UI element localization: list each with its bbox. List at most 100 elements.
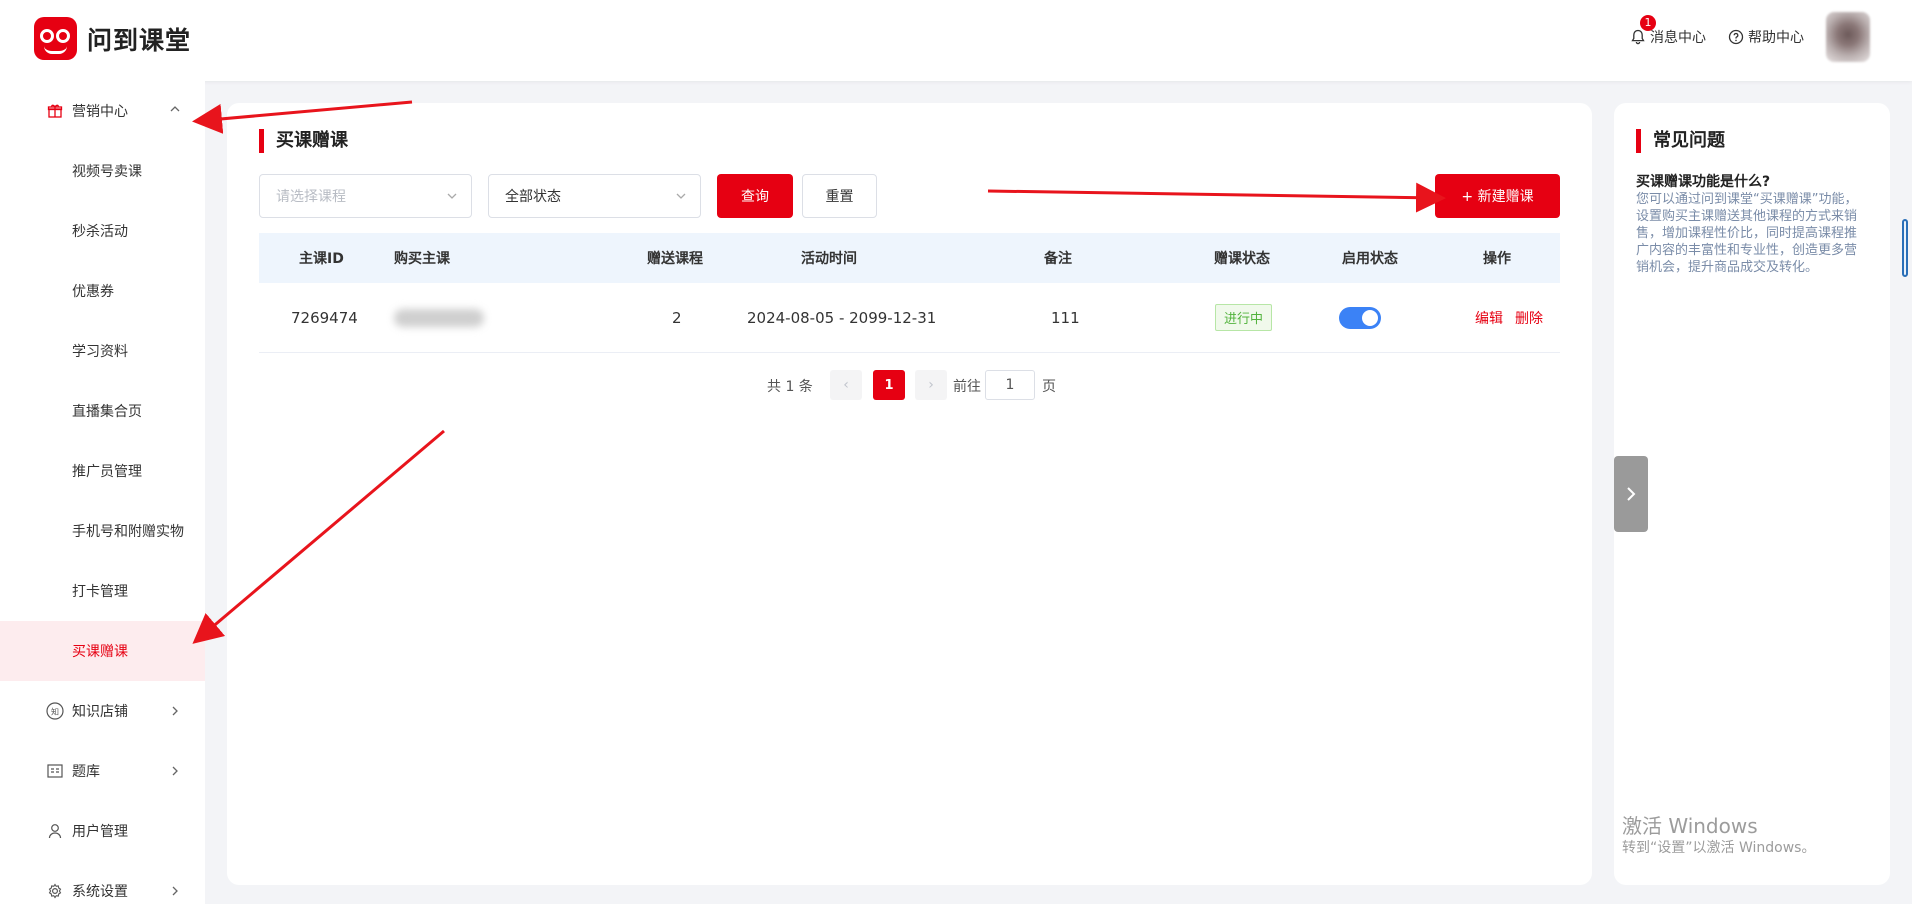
app-name: 问到课堂	[87, 25, 192, 55]
column-header: 赠课状态	[1214, 251, 1270, 267]
sidebar-item-phone-and-gifts[interactable]: 手机号和附赠实物	[0, 501, 205, 561]
prev-page-button[interactable]: ‹	[830, 370, 862, 400]
chevron-up-icon	[170, 106, 180, 112]
status-badge: 进行中	[1215, 304, 1273, 331]
help-center-button[interactable]: 帮助中心	[1728, 27, 1804, 47]
settings-icon	[46, 882, 64, 900]
cell-main-course	[394, 283, 484, 352]
sidebar-item-coupons[interactable]: 优惠券	[0, 261, 205, 321]
sidebar-item-label: 秒杀活动	[72, 224, 128, 240]
new-gift-course-button[interactable]: + 新建赠课	[1435, 174, 1560, 218]
sidebar-item-label: 推广员管理	[72, 464, 142, 480]
enable-toggle[interactable]	[1339, 306, 1381, 329]
cell-note: 111	[1051, 308, 1080, 327]
status-select[interactable]: 全部状态	[488, 174, 701, 218]
column-header: 操作	[1483, 251, 1511, 267]
chevron-right-icon	[172, 766, 178, 776]
goto-label: 前往	[953, 379, 981, 395]
sidebar: 营销中心 视频号卖课 秒杀活动 优惠券 学习资料 直播集合页 推广员管理 手机号…	[0, 81, 205, 904]
sidebar-item-checkin-management[interactable]: 打卡管理	[0, 561, 205, 621]
faq-title: 常见问题	[1636, 129, 1725, 153]
column-header: 活动时间	[801, 251, 857, 267]
cell-gift-count: 2	[672, 308, 682, 327]
sidebar-item-knowledge-shop[interactable]: 知 知识店铺	[0, 681, 205, 741]
sidebar-item-user-management[interactable]: 用户管理	[0, 801, 205, 861]
query-button[interactable]: 查询	[717, 174, 793, 218]
sidebar-item-video-course-sales[interactable]: 视频号卖课	[0, 141, 205, 201]
gift-icon	[46, 102, 64, 120]
chevron-down-icon	[447, 193, 457, 199]
help-label: 帮助中心	[1748, 30, 1804, 46]
sidebar-item-label: 营销中心	[72, 104, 128, 120]
edit-link[interactable]: 编辑	[1475, 308, 1503, 328]
column-header: 备注	[1044, 251, 1072, 267]
chevron-right-icon	[172, 706, 178, 716]
chevron-right-icon: ›	[928, 377, 934, 393]
table-header: 主课ID 购买主课 赠送课程 活动时间 备注 赠课状态 启用状态 操作	[259, 233, 1560, 283]
windows-activation-title: 激活 Windows	[1622, 814, 1758, 838]
panel-toggle-button[interactable]	[1614, 456, 1648, 532]
notification-label: 消息中心	[1650, 30, 1706, 46]
column-header: 购买主课	[394, 251, 450, 267]
sidebar-item-promoter-management[interactable]: 推广员管理	[0, 441, 205, 501]
cell-activity-period: 2024-08-05 - 2099-12-31	[747, 308, 937, 327]
sidebar-item-label: 买课赠课	[72, 644, 128, 660]
cell-actions: 编辑 删除	[1475, 283, 1543, 352]
sidebar-item-label: 知识店铺	[72, 704, 128, 720]
sidebar-item-label: 直播集合页	[72, 404, 142, 420]
cell-gift-status: 进行中	[1215, 283, 1273, 352]
chevron-right-icon	[172, 886, 178, 896]
blurred-course-name	[394, 308, 484, 327]
user-avatar[interactable]	[1826, 12, 1870, 62]
top-bar: 问到课堂 1 消息中心 帮助中心	[0, 0, 1912, 81]
sidebar-item-label: 手机号和附赠实物	[72, 524, 184, 540]
faq-question: 买课赠课功能是什么?	[1636, 174, 1771, 190]
faq-panel: 常见问题 买课赠课功能是什么? 您可以通过问到课堂“买课赠课”功能，设置购买主课…	[1614, 103, 1890, 885]
app-logo[interactable]: 问到课堂	[34, 17, 191, 60]
column-header: 主课ID	[299, 251, 344, 267]
chevron-left-icon: ‹	[843, 377, 849, 393]
cell-course-id: 7269474	[291, 308, 358, 327]
question-bank-icon	[46, 762, 64, 780]
page-number[interactable]: 1	[873, 370, 905, 400]
sidebar-item-question-bank[interactable]: 题库	[0, 741, 205, 801]
sidebar-item-buy-course-gift[interactable]: 买课赠课	[0, 621, 205, 681]
logo-icon	[34, 17, 77, 60]
scrollbar-thumb[interactable]	[1902, 219, 1908, 277]
sidebar-item-label: 系统设置	[72, 884, 128, 900]
main-panel: 买课赠课 请选择课程 全部状态 查询 重置 + 新建赠课 主课ID 购买主课 赠…	[227, 103, 1592, 885]
total-count: 共 1 条	[767, 379, 813, 395]
course-select[interactable]: 请选择课程	[259, 174, 472, 218]
column-header: 启用状态	[1342, 251, 1398, 267]
sidebar-item-live-collection[interactable]: 直播集合页	[0, 381, 205, 441]
course-select-placeholder: 请选择课程	[276, 189, 346, 205]
delete-link[interactable]: 删除	[1515, 308, 1543, 328]
notification-badge: 1	[1640, 15, 1656, 31]
sidebar-item-study-materials[interactable]: 学习资料	[0, 321, 205, 381]
shop-icon: 知	[46, 702, 64, 720]
notification-center-button[interactable]: 1 消息中心	[1630, 15, 1706, 47]
sidebar-item-label: 学习资料	[72, 344, 128, 360]
sidebar-item-label: 题库	[72, 764, 100, 780]
sidebar-item-label: 优惠券	[72, 284, 114, 300]
sidebar-item-label: 用户管理	[72, 824, 128, 840]
goto-page-input[interactable]: 1	[985, 370, 1035, 400]
sidebar-item-marketing-center[interactable]: 营销中心	[0, 81, 205, 141]
user-icon	[46, 822, 64, 840]
chevron-right-icon	[1627, 487, 1636, 501]
next-page-button[interactable]: ›	[915, 370, 947, 400]
sidebar-item-flash-sale[interactable]: 秒杀活动	[0, 201, 205, 261]
svg-text:知: 知	[51, 707, 59, 717]
sidebar-item-system-settings[interactable]: 系统设置	[0, 861, 205, 904]
page-suffix: 页	[1042, 379, 1056, 395]
reset-button[interactable]: 重置	[802, 174, 877, 218]
sidebar-item-label: 视频号卖课	[72, 164, 142, 180]
help-icon	[1728, 29, 1744, 45]
chevron-down-icon	[676, 193, 686, 199]
sidebar-item-label: 打卡管理	[72, 584, 128, 600]
faq-answer: 您可以通过问到课堂“买课赠课”功能，设置购买主课赠送其他课程的方式来销售，增加课…	[1636, 192, 1858, 275]
column-header: 赠送课程	[647, 251, 703, 267]
cell-enabled	[1339, 283, 1381, 352]
status-select-value: 全部状态	[505, 189, 561, 205]
page-title: 买课赠课	[259, 129, 348, 153]
